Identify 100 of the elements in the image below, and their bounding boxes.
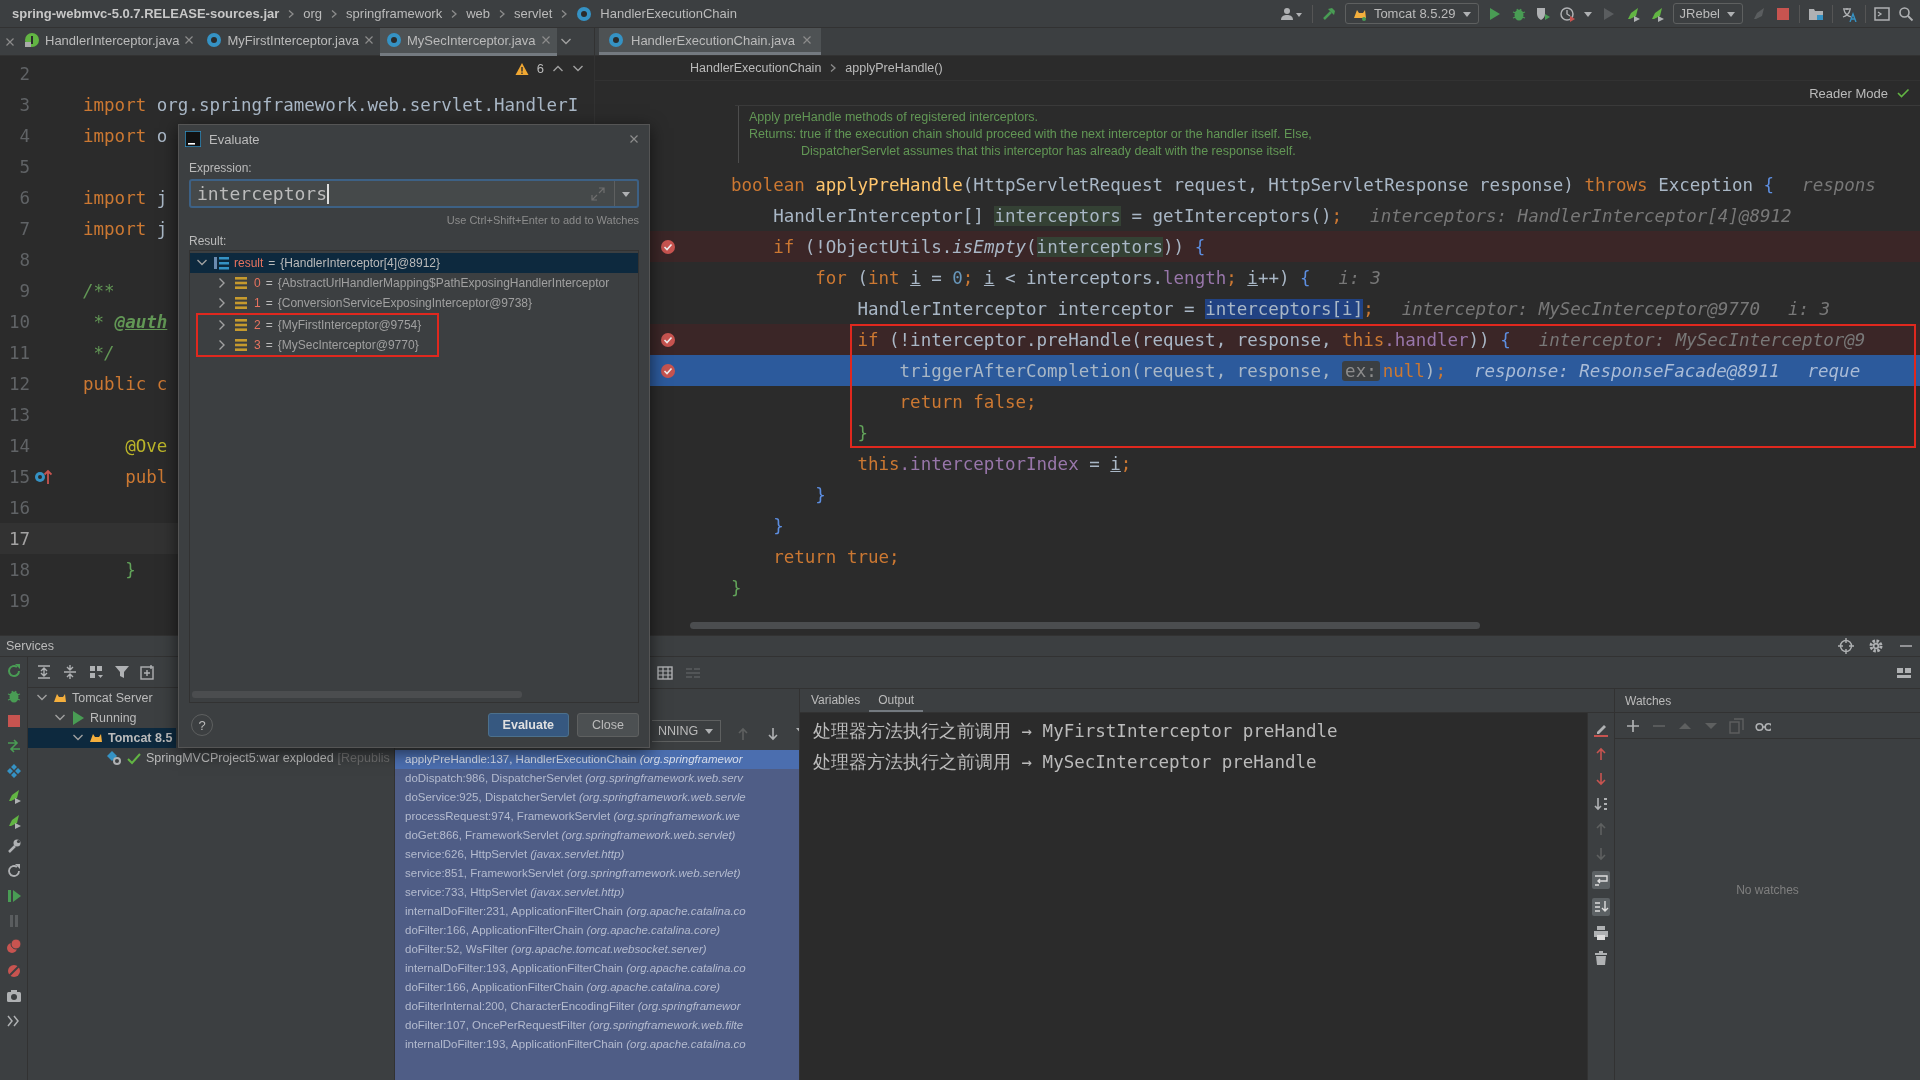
- code-line: if (!ObjectUtils.isEmpty(interceptors)) {: [772, 236, 1206, 257]
- help-button[interactable]: ?: [191, 714, 213, 736]
- code-line: return true;: [772, 546, 900, 567]
- tree-row[interactable]: 2 = {MyFirstInterceptor@9754}: [198, 315, 426, 335]
- tree-row[interactable]: 3 = {MySecInterceptor@9770}: [198, 335, 426, 355]
- code-line: */: [92, 342, 115, 363]
- line-number: 17: [7, 528, 30, 549]
- inline-hint: interceptors: HandlerInterceptor[4]@8912: [1370, 205, 1792, 226]
- code-line: import j: [83, 187, 168, 208]
- stack-frame[interactable]: service:626, HttpServlet (javax.servlet.http): [395, 845, 799, 864]
- console-line: 处理器方法执行之前调用 → MyFirstInterceptor preHandle: [813, 720, 1339, 743]
- panel-tab[interactable]: Variables: [802, 689, 870, 712]
- line-number: 16: [7, 497, 30, 518]
- line-number: 7: [18, 218, 30, 239]
- breadcrumb-item[interactable]: springframework: [346, 6, 443, 21]
- code-line: HandlerInterceptor[] interceptors = getInterceptors();: [772, 205, 1343, 226]
- inline-hint: i: 3: [1787, 298, 1831, 319]
- doc-comment-line: Returns: true if the execution chain should proceed with the next interceptor or the handler itself. Else,: [749, 126, 1313, 143]
- stack-frame[interactable]: processRequest:974, FrameworkServlet (org.springframework.we: [395, 807, 799, 826]
- stack-frame[interactable]: doDispatch:986, DispatcherServlet (org.springframework.web.serv: [395, 769, 799, 788]
- stack-frame[interactable]: doFilter:52, WsFilter (org.apache.tomcat.websocket.server): [395, 940, 799, 959]
- inline-hint: i: 3: [1338, 267, 1381, 288]
- panel-title: Watches: [1625, 693, 1672, 708]
- line-number: 12: [7, 373, 30, 394]
- field-label: Expression:: [189, 160, 253, 177]
- stack-frame[interactable]: internalDoFilter:231, ApplicationFilterChain (org.apache.catalina.co: [395, 902, 799, 921]
- line-number: 4: [18, 125, 30, 146]
- code-line: * @auth: [92, 311, 168, 332]
- code-line: import org.springframework.web.servlet.HandlerI: [83, 94, 579, 115]
- code-line: }: [772, 515, 784, 536]
- stack-frame[interactable]: service:851, FrameworkServlet (org.springframework.web.servlet): [395, 864, 799, 883]
- breadcrumb-item[interactable]: web: [466, 6, 491, 21]
- code-line: for (int i = 0; i < interceptors.length; i++) {: [814, 267, 1311, 288]
- breadcrumb-item[interactable]: HandlerExecutionChain: [690, 61, 822, 75]
- code-line: HandlerInterceptor interceptor = interceptors[i];: [856, 298, 1374, 319]
- inline-hint: respons: [1802, 174, 1876, 195]
- console-line: 处理器方法执行之前调用 → MySecInterceptor preHandle: [813, 751, 1318, 774]
- stack-frame[interactable]: service:733, HttpServlet (javax.servlet.http): [395, 883, 799, 902]
- inline-hint: reque: [1807, 360, 1861, 381]
- line-number: 10: [7, 311, 30, 332]
- evaluate-button[interactable]: Evaluate: [487, 713, 570, 737]
- code-line: public c: [83, 373, 168, 394]
- run-config-dropdown[interactable]: Tomcat 8.5.29: [1344, 3, 1479, 24]
- doc-comment-line: DispatcherServlet assumes that this interceptor has already dealt with the response itself.: [800, 143, 1297, 160]
- stack-frame[interactable]: doFilter:166, ApplicationFilterChain (org.apache.catalina.core): [395, 978, 799, 997]
- breadcrumb-item[interactable]: HandlerExecutionChain: [600, 6, 737, 21]
- line-number: 13: [7, 404, 30, 425]
- editor-tab[interactable]: MyFirstInterceptor.java: [200, 28, 380, 56]
- inline-hint: interceptor: MySecInterceptor@9770: [1401, 298, 1760, 319]
- doc-comment-line: Apply preHandle methods of registered interceptors.: [749, 109, 1040, 126]
- code-line: if (!interceptor.preHandle(request, response, this.handler)) {: [856, 329, 1511, 350]
- editor-tab[interactable]: HandlerInterceptor.java: [18, 28, 201, 56]
- stack-frame[interactable]: internalDoFilter:193, ApplicationFilterChain (org.apache.catalina.co: [395, 959, 799, 978]
- line-number: 19: [7, 590, 30, 611]
- tree-item[interactable]: Running: [28, 708, 141, 728]
- code-line: }: [124, 559, 136, 580]
- code-line: this.interceptorIndex = i;: [856, 453, 1132, 474]
- editor-tab[interactable]: HandlerExecutionChain.java: [599, 28, 822, 55]
- breadcrumb-item[interactable]: org: [303, 6, 323, 21]
- line-number: 18: [7, 559, 30, 580]
- expression-field[interactable]: interceptors: [189, 179, 639, 208]
- code-line: }: [731, 577, 742, 598]
- stack-frame[interactable]: internalDoFilter:193, ApplicationFilterChain (org.apache.catalina.co: [395, 1035, 799, 1054]
- tree-row[interactable]: 0 = {AbstractUrlHandlerMapping$PathExposingHandlerInterceptor: [190, 273, 638, 293]
- line-number: 6: [18, 187, 30, 208]
- hint-text: Use Ctrl+Shift+Enter to add to Watches: [445, 214, 639, 226]
- code-line: triggerAfterCompletion(request, response, ex: null);: [898, 360, 1446, 381]
- result-label: Result:: [189, 233, 228, 250]
- tree-row[interactable]: 1 = {ConversionServiceExposingInterceptor@9738}: [190, 293, 638, 313]
- code-line: return false;: [898, 391, 1037, 412]
- tree-item[interactable]: Tomcat Server: [28, 688, 157, 708]
- plugin-dropdown[interactable]: JRebel: [1672, 3, 1743, 24]
- editor-tab[interactable]: MySecInterceptor.java: [379, 28, 557, 56]
- line-number: 15: [7, 466, 30, 487]
- stack-frame[interactable]: doGet:866, FrameworkServlet (org.springframework.web.servlet): [395, 826, 799, 845]
- line-number: 3: [18, 94, 30, 115]
- stack-frame[interactable]: applyPreHandle:137, HandlerExecutionChain (org.springframewor: [395, 750, 799, 769]
- line-number: 5: [18, 156, 30, 177]
- inline-hint: response: ResponseFacade@8911: [1473, 360, 1780, 381]
- empty-message: No watches: [1736, 882, 1799, 897]
- breadcrumb-item[interactable]: servlet: [514, 6, 553, 21]
- stack-frame[interactable]: doFilterInternal:200, CharacterEncodingFilter (org.springframewor: [395, 997, 799, 1016]
- warning-count[interactable]: 6: [536, 61, 544, 76]
- line-number: 14: [7, 435, 30, 456]
- stack-frame[interactable]: doService:925, DispatcherServlet (org.springframework.web.servle: [395, 788, 799, 807]
- breadcrumb-item[interactable]: spring-webmvc-5.0.7.RELEASE-sources.jar: [12, 6, 280, 21]
- code-line: boolean applyPreHandle(HttpServletRequest request, HttpServletResponse response) throws Exception {: [731, 174, 1775, 195]
- reader-mode-link[interactable]: Reader Mode: [1809, 85, 1888, 101]
- line-number: 11: [7, 342, 30, 363]
- tree-row[interactable]: result = {HandlerInterceptor[4]@8912}: [190, 253, 638, 273]
- code-line: import j: [83, 218, 168, 239]
- breadcrumb-item[interactable]: applyPreHandle(): [845, 61, 943, 75]
- code-line: import o: [83, 125, 168, 146]
- code-line: }: [856, 422, 868, 443]
- thread-dropdown[interactable]: NNING: [652, 720, 722, 742]
- stack-frame[interactable]: doFilter:166, ApplicationFilterChain (org.apache.catalina.core): [395, 921, 799, 940]
- code-line: publ: [124, 466, 168, 487]
- stack-frame[interactable]: doFilter:107, OncePerRequestFilter (org.springframework.web.filte: [395, 1016, 799, 1035]
- tree-item[interactable]: Tomcat 8.5: [28, 728, 177, 748]
- close-button[interactable]: Close: [577, 713, 639, 737]
